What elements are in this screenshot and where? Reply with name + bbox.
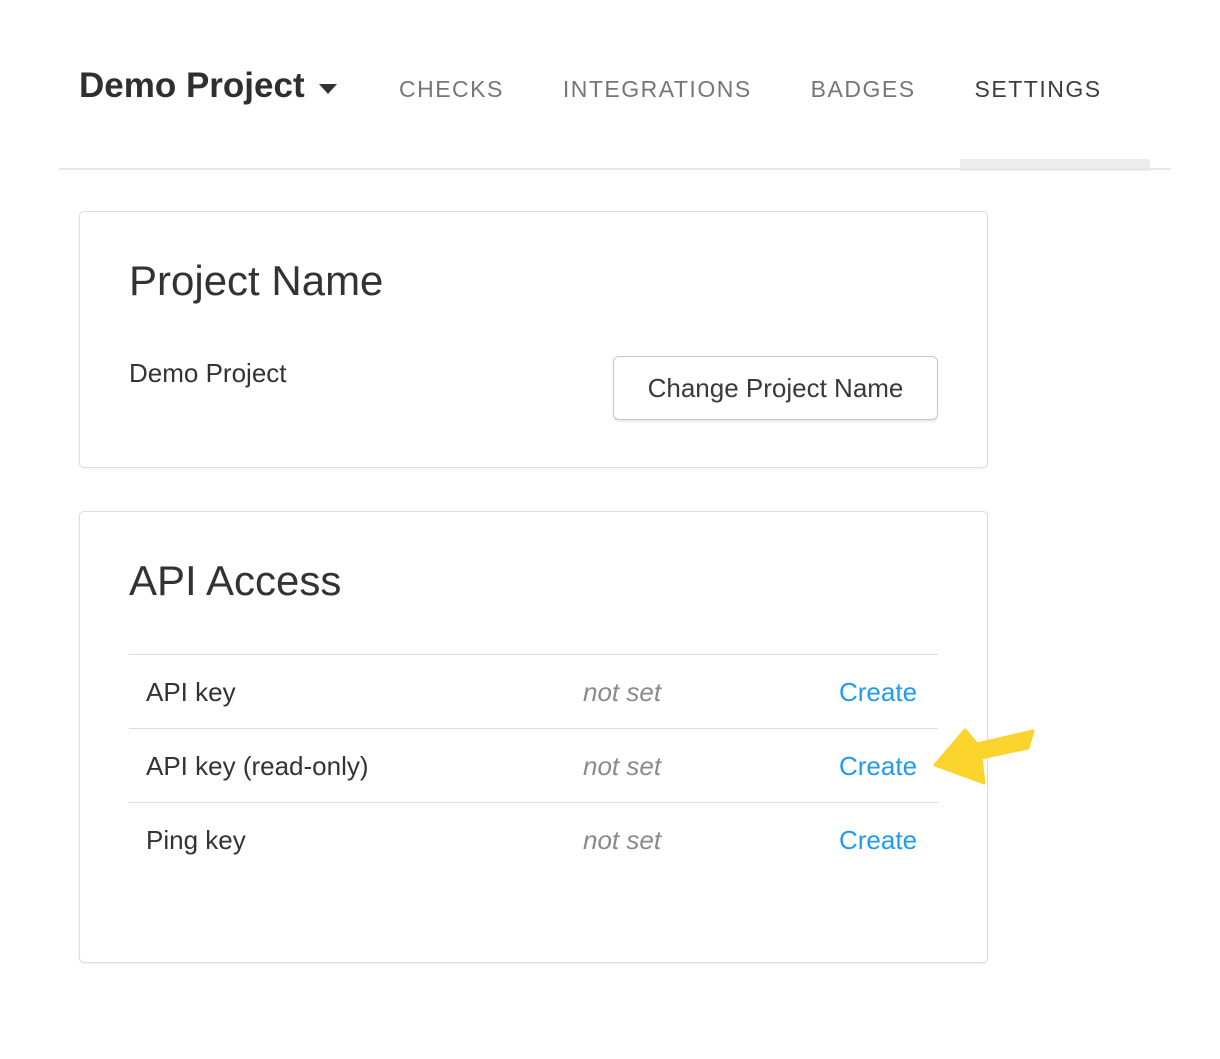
- tab-badges[interactable]: BADGES: [811, 74, 916, 104]
- table-row-api-key-read-only: API key (read-only) not set Create: [129, 728, 938, 802]
- api-access-card-title: API Access: [129, 556, 341, 606]
- api-key-read-only-value: not set: [583, 729, 661, 803]
- ping-key-value: not set: [583, 803, 661, 877]
- tab-settings[interactable]: SETTINGS: [975, 74, 1102, 104]
- header-divider: [59, 168, 1171, 170]
- ping-key-label: Ping key: [146, 803, 246, 877]
- api-access-card: API Access API key not set Create API ke…: [79, 511, 988, 963]
- api-key-value: not set: [583, 655, 661, 729]
- tab-checks[interactable]: CHECKS: [399, 74, 504, 104]
- api-key-read-only-create-link[interactable]: Create: [839, 729, 917, 803]
- api-keys-table: API key not set Create API key (read-onl…: [129, 654, 938, 876]
- project-name-card-title: Project Name: [129, 256, 383, 306]
- api-key-label: API key: [146, 655, 236, 729]
- project-selector-label: Demo Project: [79, 64, 305, 108]
- table-row-api-key: API key not set Create: [129, 654, 938, 728]
- change-project-name-button[interactable]: Change Project Name: [613, 356, 938, 420]
- project-selector-dropdown[interactable]: Demo Project: [79, 64, 337, 108]
- project-name-card: Project Name Demo Project Change Project…: [79, 211, 988, 468]
- table-row-ping-key: Ping key not set Create: [129, 802, 938, 876]
- caret-down-icon: [319, 84, 337, 94]
- tab-integrations[interactable]: INTEGRATIONS: [563, 74, 752, 104]
- api-key-read-only-label: API key (read-only): [146, 729, 369, 803]
- main-nav: CHECKS INTEGRATIONS BADGES SETTINGS: [399, 74, 1102, 104]
- ping-key-create-link[interactable]: Create: [839, 803, 917, 877]
- api-key-create-link[interactable]: Create: [839, 655, 917, 729]
- current-project-name: Demo Project: [129, 358, 287, 388]
